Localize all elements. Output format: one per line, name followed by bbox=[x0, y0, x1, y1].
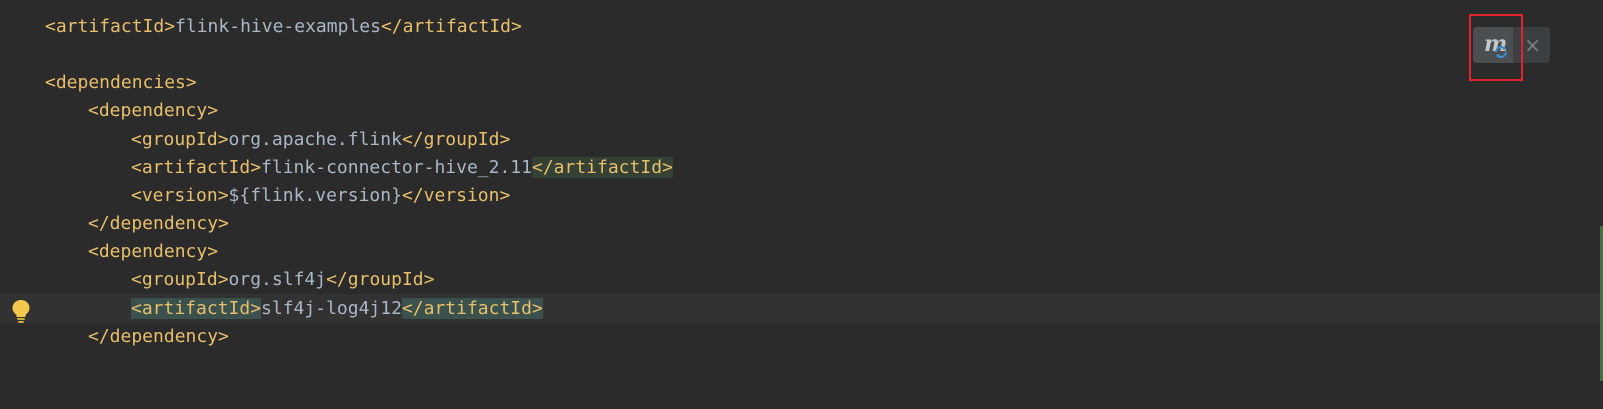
xml-text: ${flink.version} bbox=[228, 185, 402, 206]
lightbulb-icon[interactable] bbox=[10, 298, 32, 324]
xml-close-tag: </groupId> bbox=[326, 269, 435, 290]
xml-close-tag: </artifactId> bbox=[531, 157, 673, 178]
code-line[interactable]: <groupId>org.apache.flink</groupId> bbox=[0, 125, 1603, 154]
code-line[interactable]: <artifactId>flink-hive-examples</artifac… bbox=[0, 12, 1603, 41]
code-line[interactable]: <dependency> bbox=[0, 96, 1603, 125]
close-icon: × bbox=[1524, 33, 1541, 57]
xml-open-tag: <version> bbox=[131, 185, 229, 206]
xml-open-tag: <artifactId> bbox=[45, 16, 176, 37]
xml-text: flink-connector-hive_2.11 bbox=[261, 157, 532, 178]
xml-text: org.slf4j bbox=[228, 269, 327, 290]
xml-open-tag: </dependency> bbox=[88, 213, 229, 234]
code-line[interactable]: <groupId>org.slf4j</groupId> bbox=[0, 265, 1603, 294]
code-line-current[interactable]: <artifactId>slf4j-log4j12</artifactId> bbox=[0, 294, 1603, 323]
xml-text: slf4j-log4j12 bbox=[261, 298, 402, 319]
code-line[interactable]: <dependencies> bbox=[0, 68, 1603, 97]
xml-close-tag: </artifactId> bbox=[401, 298, 543, 319]
code-line[interactable]: </dependency> bbox=[0, 322, 1603, 351]
code-line[interactable]: <dependency> bbox=[0, 237, 1603, 266]
code-line[interactable]: </dependency> bbox=[0, 209, 1603, 238]
xml-open-tag: <dependencies> bbox=[45, 72, 197, 93]
xml-text: org.apache.flink bbox=[228, 129, 402, 150]
code-editor[interactable]: <artifactId>flink-hive-examples</artifac… bbox=[0, 0, 1603, 381]
xml-text: flink-hive-examples bbox=[175, 16, 381, 37]
xml-close-tag: </artifactId> bbox=[380, 16, 522, 37]
xml-open-tag: <groupId> bbox=[131, 129, 229, 150]
xml-close-tag: </version> bbox=[401, 185, 511, 206]
code-line[interactable]: <artifactId>flink-connector-hive_2.11</a… bbox=[0, 153, 1603, 182]
xml-open-tag: </dependency> bbox=[88, 326, 229, 347]
xml-open-tag: <dependency> bbox=[88, 241, 219, 262]
code-line[interactable]: <version>${flink.version}</version> bbox=[0, 181, 1603, 210]
xml-open-tag: <artifactId> bbox=[131, 298, 262, 319]
highlight-annotation-box bbox=[1469, 14, 1523, 81]
xml-open-tag: <dependency> bbox=[88, 100, 219, 121]
xml-open-tag: <artifactId> bbox=[131, 157, 262, 178]
xml-close-tag: </groupId> bbox=[401, 129, 511, 150]
xml-open-tag: <groupId> bbox=[131, 269, 229, 290]
